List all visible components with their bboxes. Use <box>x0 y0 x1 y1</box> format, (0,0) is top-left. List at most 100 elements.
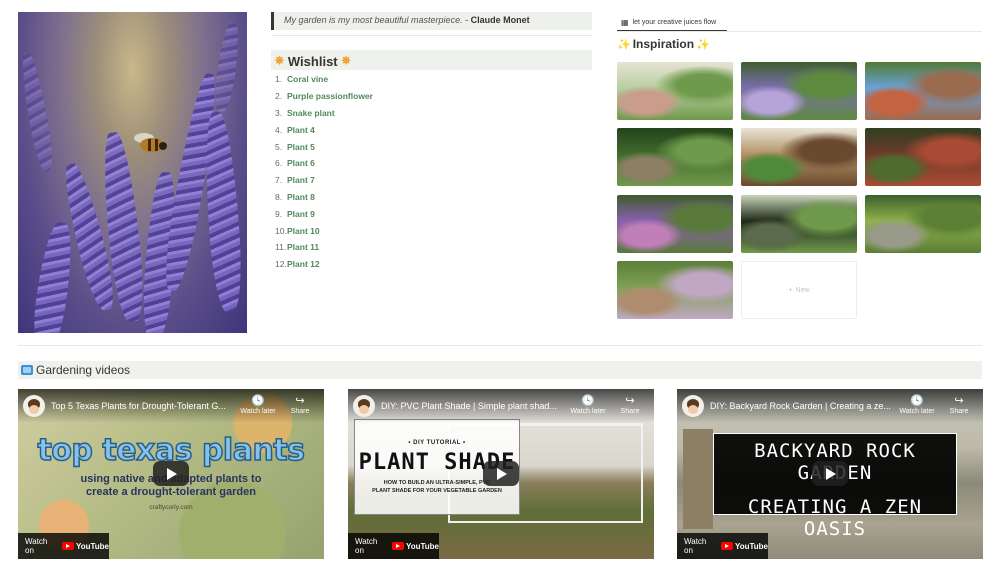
inspiration-card[interactable] <box>865 62 981 120</box>
inspiration-heading: ✨ Inspiration ✨ <box>617 37 710 51</box>
youtube-icon <box>720 542 733 550</box>
wishlist-item: 3. Snake plant <box>275 105 373 122</box>
new-card-label: New <box>795 286 810 294</box>
share-button[interactable]: ↪ Share <box>941 395 977 415</box>
wishlist-item: 8. Plant 8 <box>275 189 373 206</box>
wishlist-item: 4. Plant 4 <box>275 121 373 138</box>
wishlist-item-number: 9. <box>275 208 283 219</box>
wishlist-item-number: 4. <box>275 124 283 135</box>
wishlist-item-number: 2. <box>275 91 283 102</box>
inspiration-card[interactable] <box>741 62 857 120</box>
wishlist-item-number: 5. <box>275 141 283 152</box>
share-label: Share <box>949 408 969 415</box>
watch-on-youtube-button[interactable]: Watch on YouTube <box>18 533 109 559</box>
video-embed[interactable]: BACKYARD ROCK GARDEN CREATING A ZEN OASI… <box>677 389 983 559</box>
share-icon: ↪ <box>625 395 635 407</box>
wishlist-item-number: 1. <box>275 74 283 85</box>
wishlist-item-number: 10. <box>275 225 287 236</box>
video-title[interactable]: DIY: Backyard Rock Garden | Creating a z… <box>710 401 895 411</box>
videos-title: Gardening videos <box>36 363 131 377</box>
watch-on-label: Watch on <box>684 537 707 555</box>
watch-later-button[interactable]: 🕓 Watch later <box>899 395 935 415</box>
wishlist-item-label: Purple passionflower <box>287 91 373 102</box>
youtube-icon <box>391 542 404 550</box>
watch-on-label: Watch on <box>25 537 48 555</box>
quote-text: My garden is my most beautiful masterpie… <box>284 15 463 25</box>
wishlist-item-label: Plant 12 <box>287 259 320 270</box>
wishlist-item-label: Snake plant <box>287 107 335 118</box>
share-button[interactable]: ↪ Share <box>282 395 318 415</box>
video-embed[interactable]: top texas plants using native and adapte… <box>18 389 324 559</box>
wishlist-item-number: 8. <box>275 191 283 202</box>
youtube-icon <box>61 542 74 550</box>
wishlist-heading: ✸ Wishlist ✸ <box>271 50 592 70</box>
wishlist-item-label: Plant 5 <box>287 141 315 152</box>
wishlist-list: 1. Coral vine 2. Purple passionflower 3. Snak… <box>275 71 373 273</box>
watch-on-youtube-button[interactable]: Watch on YouTube <box>348 533 439 559</box>
inspiration-card[interactable] <box>617 128 733 186</box>
share-label: Share <box>290 408 310 415</box>
watch-later-label: Watch later <box>240 408 276 415</box>
share-icon: ↪ <box>954 395 964 407</box>
inspiration-card[interactable] <box>865 195 981 253</box>
thumbnail-text: create a drought-tolerant garden <box>86 486 256 498</box>
watch-later-button[interactable]: 🕓 Watch later <box>570 395 606 415</box>
inspiration-card[interactable] <box>617 62 733 120</box>
watch-later-label: Watch later <box>899 408 935 415</box>
thumbnail-url: craftycorly.com <box>149 504 193 511</box>
inspiration-card[interactable] <box>741 195 857 253</box>
plus-icon: + <box>788 286 793 294</box>
video-embed[interactable]: • DIY TUTORIAL • PLANT SHADE HOW TO BUIL… <box>348 389 654 559</box>
clock-icon: 🕓 <box>910 395 924 407</box>
wishlist-item-label: Plant 8 <box>287 191 315 202</box>
lavender-stalk <box>211 21 243 113</box>
share-button[interactable]: ↪ Share <box>612 395 648 415</box>
share-icon: ↪ <box>295 395 305 407</box>
tab-label: let your creative juices flow <box>632 18 717 26</box>
wishlist-item: 12. Plant 12 <box>275 256 373 273</box>
thumbnail-text: PLANT SHADE FOR YOUR VEGETABLE GARDEN <box>372 488 502 494</box>
wishlist-item-label: Plant 10 <box>287 225 320 236</box>
wishlist-item: 10. Plant 10 <box>275 222 373 239</box>
wishlist-item-label: Plant 9 <box>287 208 315 219</box>
star-icon: ✸ <box>274 53 285 68</box>
wishlist-item: 11. Plant 11 <box>275 239 373 256</box>
video-title[interactable]: Top 5 Texas Plants for Drought-Tolerant … <box>51 401 236 411</box>
inspiration-card[interactable] <box>865 128 981 186</box>
play-button[interactable] <box>812 461 848 486</box>
share-label: Share <box>620 408 640 415</box>
wishlist-item: 6. Plant 6 <box>275 155 373 172</box>
inspiration-card[interactable] <box>617 195 733 253</box>
tab-gallery-view[interactable]: ▦ let your creative juices flow <box>617 14 727 32</box>
new-card-button[interactable]: + New <box>741 261 857 319</box>
sparkles-icon: ✨ <box>617 38 631 51</box>
sparkles-icon: ✨ <box>696 38 710 51</box>
watch-on-label: Watch on <box>355 537 378 555</box>
watch-later-button[interactable]: 🕓 Watch later <box>240 395 276 415</box>
channel-avatar[interactable] <box>353 395 375 417</box>
wishlist-item-number: 7. <box>275 175 283 186</box>
thumbnail-text: • DIY TUTORIAL • <box>408 440 466 446</box>
videos-heading: Gardening videos <box>18 361 982 379</box>
watch-on-youtube-button[interactable]: Watch on YouTube <box>677 533 768 559</box>
play-button[interactable] <box>153 461 189 486</box>
video-title[interactable]: DIY: PVC Plant Shade | Simple plant shad… <box>381 401 566 411</box>
inspiration-card[interactable] <box>617 261 733 319</box>
youtube-logo: YouTube <box>391 542 439 551</box>
youtube-label: YouTube <box>75 541 109 551</box>
wishlist-item-number: 12. <box>275 259 287 270</box>
wishlist-item: 1. Coral vine <box>275 71 373 88</box>
youtube-logo: YouTube <box>61 541 109 551</box>
lavender-stalk <box>29 220 77 333</box>
channel-avatar[interactable] <box>23 395 45 417</box>
gallery-icon: ▦ <box>621 17 629 27</box>
wishlist-item-label: Coral vine <box>287 74 329 85</box>
play-button[interactable] <box>483 461 519 486</box>
quote-separator: - <box>462 15 471 25</box>
channel-avatar[interactable] <box>682 395 704 417</box>
lavender-stalk <box>201 111 245 313</box>
wishlist-item: 7. Plant 7 <box>275 172 373 189</box>
wishlist-item: 5. Plant 5 <box>275 138 373 155</box>
wishlist-item: 2. Purple passionflower <box>275 88 373 105</box>
inspiration-card[interactable] <box>741 128 857 186</box>
